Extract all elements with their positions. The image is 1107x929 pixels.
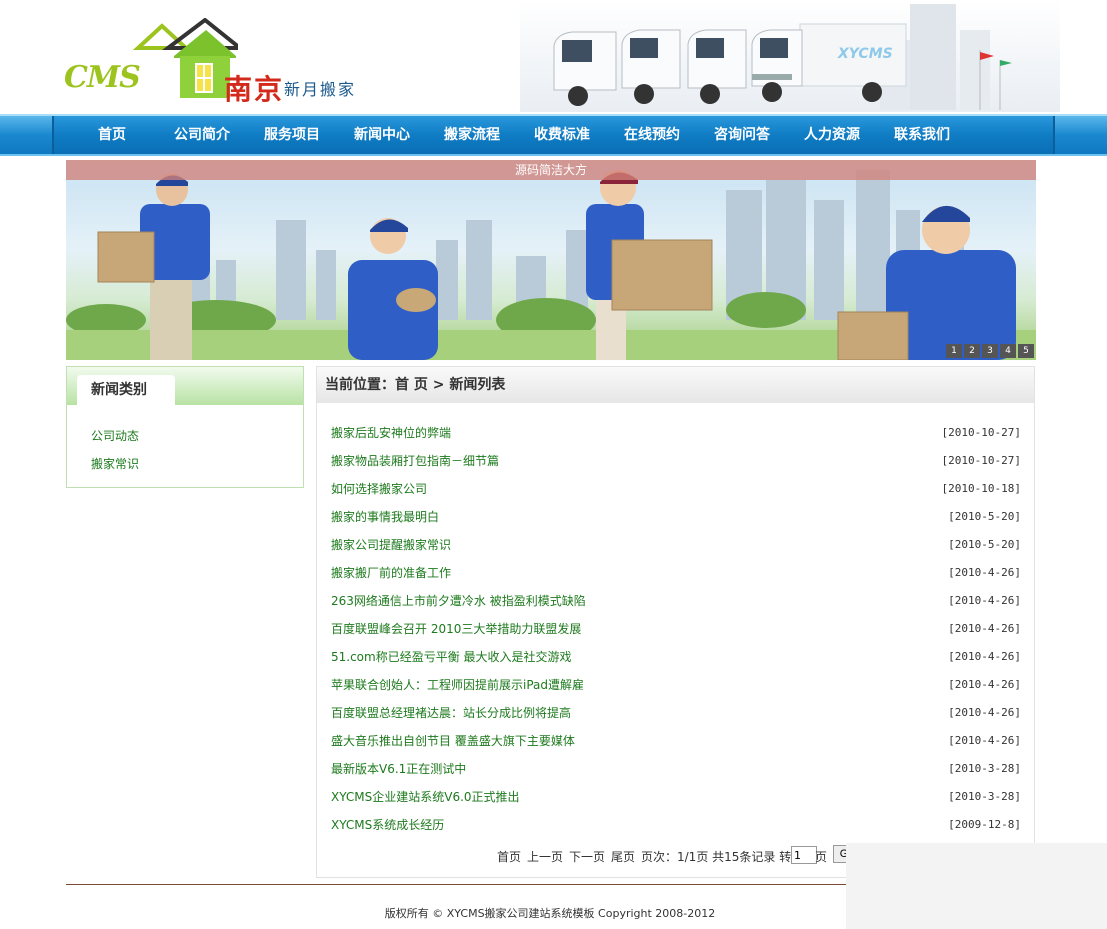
banner-dot-2[interactable]: 2 (964, 344, 980, 358)
site-logo[interactable]: CMS 南京 新月搬家 (62, 14, 372, 106)
news-list-panel: 当前位置：首 页 > 新闻列表 搬家后乱安神位的弊端 [2010-10-27] 搬… (316, 366, 1035, 878)
news-title-link[interactable]: 搬家的事情我最明白 (331, 503, 439, 531)
news-title-link[interactable]: 51.com称已经盈亏平衡 最大收入是社交游戏 (331, 643, 572, 671)
news-row: 最新版本V6.1正在测试中 [2010-3-28] (331, 755, 1021, 783)
logo-cms-text: CMS (64, 60, 141, 95)
news-title-link[interactable]: XYCMS企业建站系统V6.0正式推出 (331, 783, 520, 811)
news-row: 263网络通信上市前夕遭冷水 被指盈利模式缺陷 [2010-4-26] (331, 587, 1021, 615)
logo-city-text: 南京 (224, 73, 285, 106)
banner-image (66, 170, 1036, 360)
news-title-link[interactable]: 如何选择搬家公司 (331, 475, 427, 503)
news-row: XYCMS企业建站系统V6.0正式推出 [2010-3-28] (331, 783, 1021, 811)
news-date: [2010-4-26] (948, 650, 1021, 663)
nav-item-hr[interactable]: 人力资源 (804, 116, 860, 154)
news-title-link[interactable]: 搬家物品装厢打包指南－细节篇 (331, 447, 499, 475)
news-title-link[interactable]: 苹果联合创始人：工程师因提前展示iPad遭解雇 (331, 671, 584, 699)
house-logo-icon (132, 18, 238, 98)
news-date: [2010-5-20] (948, 510, 1021, 523)
banner-dot-4[interactable]: 4 (1000, 344, 1016, 358)
nav-item-about[interactable]: 公司简介 (174, 116, 230, 154)
news-row: 搬家的事情我最明白 [2010-5-20] (331, 503, 1021, 531)
banner-dot-1[interactable]: 1 (946, 344, 962, 358)
news-title-link[interactable]: 百度联盟峰会召开 2010三大举措助力联盟发展 (331, 615, 581, 643)
news-row: XYCMS系统成长经历 [2009-12-8] (331, 811, 1021, 839)
main-navigation: 首页 公司简介 服务项目 新闻中心 搬家流程 收费标准 在线预约 咨询问答 人力… (0, 114, 1107, 156)
news-row: 如何选择搬家公司 [2010-10-18] (331, 475, 1021, 503)
banner-dot-5[interactable]: 5 (1018, 344, 1034, 358)
banner-pagination: 1 2 3 4 5 (946, 344, 1034, 358)
nav-item-pricing[interactable]: 收费标准 (534, 116, 590, 154)
pager-prev-link[interactable]: 上一页 (527, 848, 563, 865)
nav-item-news[interactable]: 新闻中心 (354, 116, 410, 154)
pager-page-unit: 页 (815, 850, 828, 864)
nav-inner: 首页 公司简介 服务项目 新闻中心 搬家流程 收费标准 在线预约 咨询问答 人力… (52, 116, 1055, 154)
header: CMS 南京 新月搬家 XYCMS (0, 0, 1107, 114)
nav-item-faq[interactable]: 咨询问答 (714, 116, 770, 154)
news-category-sidebar: 新闻类别 公司动态 搬家常识 (66, 366, 304, 488)
news-date: [2010-10-27] (941, 426, 1021, 439)
news-date: [2010-4-26] (948, 678, 1021, 691)
trucks-banner-image: XYCMS (520, 0, 1060, 112)
breadcrumb: 当前位置：首 页 > 新闻列表 (317, 367, 1034, 403)
sidebar-item-moving-tips[interactable]: 搬家常识 (91, 455, 139, 472)
banner-dot-3[interactable]: 3 (982, 344, 998, 358)
sidebar-header: 新闻类别 (67, 367, 303, 405)
overlay-panel (846, 843, 1107, 929)
pager-last-link[interactable]: 尾页 (611, 848, 635, 865)
nav-item-booking[interactable]: 在线预约 (624, 116, 680, 154)
sidebar-item-company-news[interactable]: 公司动态 (91, 427, 139, 444)
news-date: [2010-4-26] (948, 622, 1021, 635)
news-date: [2010-5-20] (948, 538, 1021, 551)
logo-subtitle: 新月搬家 (284, 80, 357, 99)
sidebar-title: 新闻类别 (77, 375, 175, 405)
news-row: 苹果联合创始人：工程师因提前展示iPad遭解雇 [2010-4-26] (331, 671, 1021, 699)
nav-item-services[interactable]: 服务项目 (264, 116, 320, 154)
nav-item-home[interactable]: 首页 (98, 116, 126, 154)
news-title-link[interactable]: 百度联盟总经理褚达晨：站长分成比例将提高 (331, 699, 571, 727)
news-row: 搬家物品装厢打包指南－细节篇 [2010-10-27] (331, 447, 1021, 475)
nav-item-contact[interactable]: 联系我们 (894, 116, 950, 154)
news-date: [2010-10-27] (941, 454, 1021, 467)
page-number-input[interactable] (791, 846, 817, 864)
banner-caption: 源码简洁大方 (66, 160, 1036, 180)
news-row: 盛大音乐推出自创节目 覆盖盛大旗下主要媒体 [2010-4-26] (331, 727, 1021, 755)
news-title-link[interactable]: 263网络通信上市前夕遭冷水 被指盈利模式缺陷 (331, 587, 586, 615)
news-row: 搬家搬厂前的准备工作 [2010-4-26] (331, 559, 1021, 587)
news-title-link[interactable]: 搬家搬厂前的准备工作 (331, 559, 451, 587)
news-date: [2010-4-26] (948, 566, 1021, 579)
news-title-link[interactable]: 搬家公司提醒搬家常识 (331, 531, 451, 559)
news-row: 搬家公司提醒搬家常识 [2010-5-20] (331, 531, 1021, 559)
truck-label-text: XYCMS (837, 46, 893, 62)
news-row: 百度联盟总经理褚达晨：站长分成比例将提高 [2010-4-26] (331, 699, 1021, 727)
news-row: 百度联盟峰会召开 2010三大举措助力联盟发展 [2010-4-26] (331, 615, 1021, 643)
news-date: [2009-12-8] (948, 818, 1021, 831)
pager-next-link[interactable]: 下一页 (569, 848, 605, 865)
news-title-link[interactable]: 最新版本V6.1正在测试中 (331, 755, 466, 783)
news-date: [2010-4-26] (948, 594, 1021, 607)
news-title-link[interactable]: 盛大音乐推出自创节目 覆盖盛大旗下主要媒体 (331, 727, 575, 755)
hero-banner[interactable]: 源码简洁大方 1 2 3 4 5 (66, 160, 1036, 360)
nav-item-process[interactable]: 搬家流程 (444, 116, 500, 154)
pager-first-link[interactable]: 首页 (497, 848, 521, 865)
news-date: [2010-10-18] (941, 482, 1021, 495)
news-date: [2010-4-26] (948, 734, 1021, 747)
news-date: [2010-4-26] (948, 706, 1021, 719)
news-row: 51.com称已经盈亏平衡 最大收入是社交游戏 [2010-4-26] (331, 643, 1021, 671)
news-row: 搬家后乱安神位的弊端 [2010-10-27] (331, 419, 1021, 447)
news-title-link[interactable]: 搬家后乱安神位的弊端 (331, 419, 451, 447)
news-title-link[interactable]: XYCMS系统成长经历 (331, 811, 444, 839)
news-date: [2010-3-28] (948, 762, 1021, 775)
pager-info: 页次：1/1页 共15条记录 转 (641, 850, 792, 864)
news-date: [2010-3-28] (948, 790, 1021, 803)
